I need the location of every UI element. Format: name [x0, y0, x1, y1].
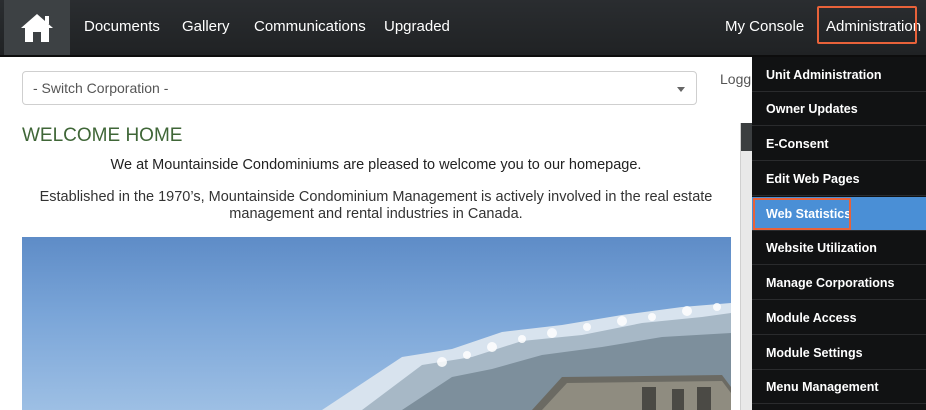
- switch-corporation-select[interactable]: - Switch Corporation -: [22, 71, 697, 105]
- snowy-mountain-building-image: [322, 303, 731, 410]
- menu-item-module-access[interactable]: Module Access: [752, 301, 926, 335]
- menu-item-menu-management[interactable]: Menu Management: [752, 370, 926, 404]
- nav-communications[interactable]: Communications: [254, 18, 366, 35]
- nav-gallery[interactable]: Gallery: [182, 18, 230, 35]
- menu-item-e-consent[interactable]: E-Consent: [752, 127, 926, 161]
- description-line-2: management and rental industries in Cana…: [229, 206, 523, 222]
- menu-item-module-settings[interactable]: Module Settings: [752, 336, 926, 370]
- menu-item-manage-corporations[interactable]: Manage Corporations: [752, 266, 926, 300]
- nav-upgraded[interactable]: Upgraded: [384, 18, 450, 35]
- caret-down-icon: [677, 87, 685, 92]
- administration-dropdown: Unit Administration Owner Updates E-Cons…: [752, 57, 926, 410]
- administration-highlight: [817, 6, 917, 44]
- intro-text: We at Mountainside Condominiums are plea…: [110, 157, 642, 173]
- menu-item-owner-updates[interactable]: Owner Updates: [752, 92, 926, 126]
- hero-image: [22, 237, 731, 410]
- nav-my-console[interactable]: My Console: [725, 18, 804, 35]
- web-statistics-highlight: [753, 198, 851, 230]
- logged-in-text: Logg: [720, 71, 752, 87]
- description-line-1: Established in the 1970’s, Mountainside …: [39, 189, 713, 205]
- home-button[interactable]: [4, 0, 70, 55]
- menu-item-website-utilization[interactable]: Website Utilization: [752, 231, 926, 265]
- switch-corporation-value: - Switch Corporation -: [33, 80, 169, 96]
- home-icon: [21, 13, 53, 42]
- description-text: Established in the 1970’s, Mountainside …: [22, 189, 730, 223]
- top-navbar: Documents Gallery Communications Upgrade…: [0, 0, 926, 57]
- menu-item-unit-administration[interactable]: Unit Administration: [752, 58, 926, 92]
- menu-item-edit-web-pages[interactable]: Edit Web Pages: [752, 162, 926, 196]
- welcome-title: WELCOME HOME: [22, 125, 183, 146]
- nav-documents[interactable]: Documents: [84, 18, 160, 35]
